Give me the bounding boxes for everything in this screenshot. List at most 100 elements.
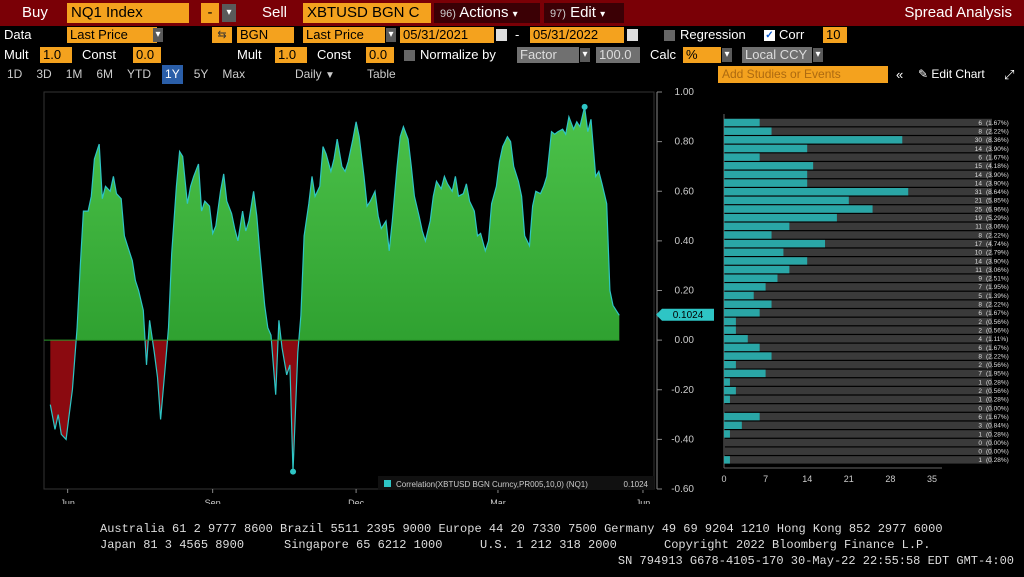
period-button-1y[interactable]: 1Y <box>162 65 183 84</box>
buy-label: Buy <box>22 4 48 21</box>
chevron-down-icon[interactable]: ▾ <box>153 28 163 42</box>
hist-row-track <box>724 361 992 369</box>
chevron-down-icon[interactable]: ▾ <box>813 48 823 62</box>
const1-input[interactable]: 0.0 <box>133 47 161 63</box>
footer-contact-singapore: Singapore 65 6212 1000 <box>284 538 443 552</box>
mult1-input[interactable]: 1.0 <box>40 47 72 63</box>
hist-pct-label: (0.28%) <box>986 457 1009 464</box>
hist-x-tick-label: 14 <box>802 474 812 484</box>
currency-select[interactable]: Local CCY <box>742 47 812 63</box>
collapse-double-chevron-icon[interactable]: « <box>896 65 903 84</box>
regression-checkbox[interactable] <box>664 30 675 41</box>
corr-label: Corr <box>779 27 805 42</box>
hist-row-track <box>724 335 992 343</box>
calc-select[interactable]: % <box>683 47 721 63</box>
corr-checkbox[interactable]: ✓ <box>764 30 775 41</box>
chevron-down-icon[interactable]: ▾ <box>580 48 590 62</box>
footer-copyright: Copyright 2022 Bloomberg Finance L.P. <box>664 538 931 552</box>
hist-pct-label: (0.00%) <box>986 405 1009 412</box>
calendar-icon[interactable] <box>496 29 507 41</box>
regression-label: Regression <box>680 27 746 42</box>
hist-pct-label: (1.67%) <box>986 310 1009 317</box>
hist-bar <box>724 162 814 170</box>
hist-bar <box>724 170 808 179</box>
operator-dropdown-button[interactable]: ▾ <box>222 4 236 22</box>
expand-icon[interactable]: ⤢ <box>1004 65 1014 84</box>
period-button-ytd[interactable]: YTD <box>124 65 154 84</box>
actions-menu-button[interactable]: 96) Actions ▾ <box>434 3 540 23</box>
correlation-chart: 1.00 0.80 0.60 0.40 0.20 0.00 -0.20 -0.40 -0.60 0… <box>0 84 720 519</box>
edit-menu-button[interactable]: 97) Edit ▾ <box>544 3 624 23</box>
normalize-factor-input[interactable]: 100.0 <box>596 47 640 63</box>
y-tick-label: 1.00 <box>675 87 695 98</box>
sell-ticker-input[interactable]: XBTUSD BGN C <box>303 3 431 23</box>
hist-bar <box>724 369 766 378</box>
calendar-icon[interactable] <box>627 29 638 41</box>
period-button-6m[interactable]: 6M <box>93 65 116 84</box>
hist-bar <box>724 395 730 404</box>
mult2-input[interactable]: 1.0 <box>275 47 307 63</box>
period-button-max[interactable]: Max <box>219 65 248 84</box>
data-field1-select[interactable]: Last Price <box>67 27 157 43</box>
hist-bar <box>724 153 760 161</box>
hist-count-label: 1 <box>978 397 982 404</box>
hist-bar <box>724 309 760 317</box>
swap-icon[interactable]: ⇆ <box>212 27 232 43</box>
hist-bar <box>724 127 772 135</box>
data-field2-select[interactable]: Last Price <box>303 27 385 43</box>
hist-bar <box>724 239 826 248</box>
hist-count-label: 3 <box>978 423 982 430</box>
hist-row-track <box>724 309 992 317</box>
hist-pct-label: (8.64%) <box>986 189 1009 196</box>
hist-count-label: 8 <box>978 302 982 309</box>
legend-label: Correlation(XBTUSD BGN Curncy,PR005,10,0… <box>396 480 588 489</box>
edit-chart-label: Edit Chart <box>931 67 985 81</box>
x-tick-label: Dec <box>348 498 365 504</box>
hist-pct-label: (0.56%) <box>986 388 1009 395</box>
normalize-method-select[interactable]: Factor <box>517 47 579 63</box>
hist-pct-label: (2.22%) <box>986 129 1009 136</box>
period-button-1m[interactable]: 1M <box>63 65 86 84</box>
hist-pct-label: (4.74%) <box>986 241 1009 248</box>
const2-input[interactable]: 0.0 <box>366 47 394 63</box>
actions-menu-number: 96) <box>440 8 456 20</box>
frequency-select[interactable]: Daily ▼ <box>292 65 338 85</box>
hist-count-label: 21 <box>975 198 983 205</box>
source-input[interactable]: BGN <box>237 27 294 43</box>
minus-operator-select[interactable]: - <box>201 3 219 23</box>
const2-label: Const <box>317 47 351 62</box>
hist-count-label: 1 <box>978 431 982 438</box>
period-button-1d[interactable]: 1D <box>4 65 25 84</box>
corr-period-input[interactable]: 10 <box>823 27 847 43</box>
end-date-input[interactable]: 05/31/2022 <box>530 27 624 43</box>
hist-bar <box>724 265 790 274</box>
hist-pct-label: (1.39%) <box>986 293 1009 300</box>
hist-count-label: 14 <box>975 172 983 179</box>
chevron-down-icon[interactable]: ▾ <box>722 48 732 62</box>
period-button-3d[interactable]: 3D <box>33 65 54 84</box>
hist-x-tick-label: 21 <box>844 474 854 484</box>
table-view-button[interactable]: Table <box>364 65 399 84</box>
hist-count-label: 5 <box>978 293 982 300</box>
hist-bar <box>724 386 736 395</box>
hist-row-track <box>724 118 992 127</box>
correlation-chart-svg: 1.00 0.80 0.60 0.40 0.20 0.00 -0.20 -0.40 -0.60 0… <box>43 87 714 519</box>
calc-label: Calc <box>650 47 677 62</box>
buy-ticker-input[interactable]: NQ1 Index <box>67 3 189 23</box>
hist-bar <box>724 456 730 464</box>
start-date-input[interactable]: 05/31/2021 <box>400 27 494 43</box>
hist-bar <box>724 343 760 352</box>
edit-chart-button[interactable]: ✎ Edit Chart <box>918 65 985 84</box>
hist-count-label: 11 <box>975 224 982 231</box>
normalize-label: Normalize by <box>420 47 496 62</box>
normalize-checkbox[interactable] <box>404 50 415 61</box>
footer-session-info: SN 794913 G678-4105-170 30-May-22 22:55:… <box>617 554 1014 568</box>
sell-label: Sell <box>262 4 288 21</box>
hist-count-label: 8 <box>978 232 982 239</box>
chevron-down-icon[interactable]: ▾ <box>386 28 396 42</box>
hist-bar <box>724 326 736 334</box>
hist-count-label: 8 <box>978 129 982 136</box>
hist-pct-label: (0.56%) <box>986 362 1009 369</box>
add-studies-input[interactable]: Add Studies or Events <box>718 66 888 83</box>
period-button-5y[interactable]: 5Y <box>191 65 212 84</box>
